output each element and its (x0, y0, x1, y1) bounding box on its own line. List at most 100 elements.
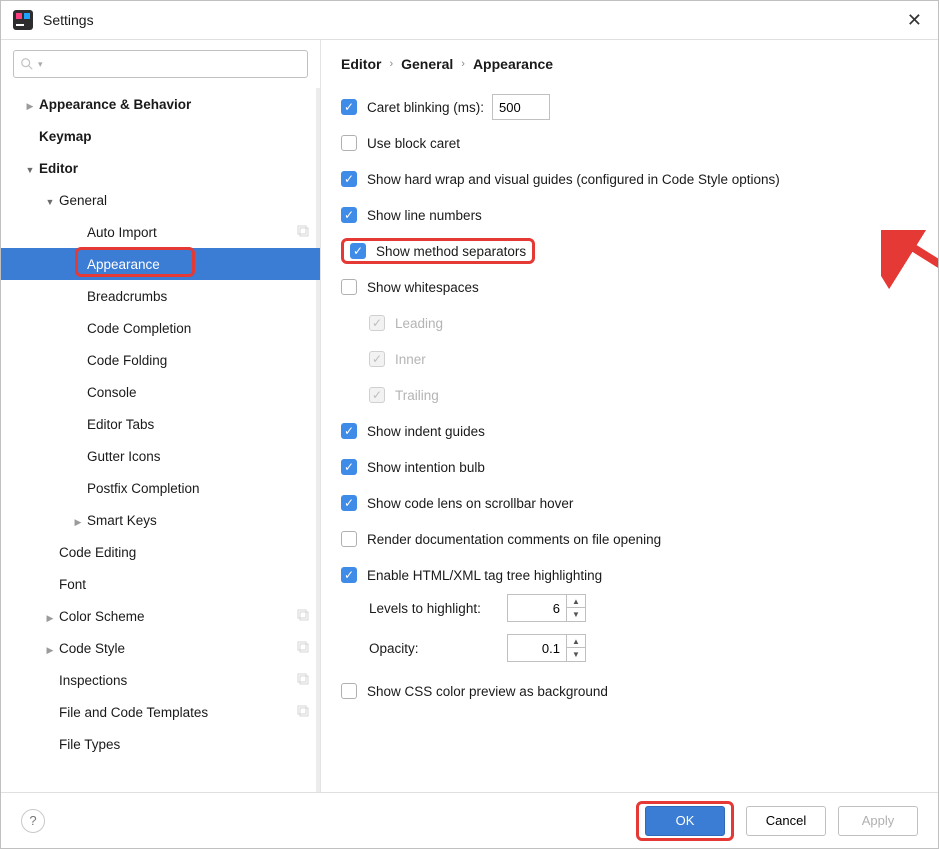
tree-item-label: Keymap (39, 129, 92, 144)
tree-item-label: Color Scheme (59, 609, 145, 624)
tree-item-editor-tabs[interactable]: Editor Tabs (1, 408, 320, 440)
expand-arrow-icon[interactable] (25, 97, 35, 112)
opacity-label: Opacity: (369, 641, 499, 656)
tree-item-general[interactable]: General (1, 184, 320, 216)
tree-item-label: Breadcrumbs (87, 289, 167, 304)
inner-checkbox: ✓ (369, 351, 385, 367)
app-icon (13, 10, 33, 30)
expand-arrow-icon[interactable] (45, 609, 55, 624)
line-numbers-label: Show line numbers (367, 208, 482, 223)
expand-arrow-icon[interactable] (45, 193, 55, 208)
cancel-button[interactable]: Cancel (746, 806, 826, 836)
code-lens-checkbox[interactable]: ✓ (341, 495, 357, 511)
tree-item-appearance[interactable]: Appearance (1, 248, 320, 280)
html-xml-label: Enable HTML/XML tag tree highlighting (367, 568, 602, 583)
opacity-input[interactable] (508, 635, 566, 661)
trailing-label: Trailing (395, 388, 439, 403)
copy-profile-icon[interactable] (296, 224, 310, 241)
tree-item-smart-keys[interactable]: Smart Keys (1, 504, 320, 536)
intention-bulb-checkbox[interactable]: ✓ (341, 459, 357, 475)
tree-item-gutter-icons[interactable]: Gutter Icons (1, 440, 320, 472)
tree-item-label: File and Code Templates (59, 705, 208, 720)
tree-item-label: Postfix Completion (87, 481, 200, 496)
tree-item-label: Auto Import (87, 225, 157, 240)
search-input[interactable]: ▾ (13, 50, 308, 78)
tree-item-color-scheme[interactable]: Color Scheme (1, 600, 320, 632)
copy-profile-icon[interactable] (296, 672, 310, 689)
tree-item-label: Editor Tabs (87, 417, 154, 432)
whitespaces-checkbox[interactable] (341, 279, 357, 295)
settings-tree[interactable]: Appearance & Behavior Keymap Editor General… (1, 88, 320, 792)
inner-label: Inner (395, 352, 426, 367)
levels-up[interactable]: ▲ (567, 595, 585, 608)
tree-item-console[interactable]: Console (1, 376, 320, 408)
tree-item-code-folding[interactable]: Code Folding (1, 344, 320, 376)
ok-button[interactable]: OK (645, 806, 725, 836)
hard-wrap-checkbox[interactable]: ✓ (341, 171, 357, 187)
tree-item-code-completion[interactable]: Code Completion (1, 312, 320, 344)
opacity-down[interactable]: ▼ (567, 648, 585, 661)
tree-item-label: File Types (59, 737, 120, 752)
tree-item-keymap[interactable]: Keymap (1, 120, 320, 152)
help-button[interactable]: ? (21, 809, 45, 833)
copy-profile-icon[interactable] (296, 640, 310, 657)
css-preview-label: Show CSS color preview as background (367, 684, 608, 699)
method-separators-checkbox[interactable]: ✓ (350, 243, 366, 259)
apply-button[interactable]: Apply (838, 806, 918, 836)
tree-item-label: Gutter Icons (87, 449, 161, 464)
code-lens-label: Show code lens on scrollbar hover (367, 496, 573, 511)
tree-item-label: Code Style (59, 641, 125, 656)
levels-down[interactable]: ▼ (567, 608, 585, 621)
tree-item-editor[interactable]: Editor (1, 152, 320, 184)
render-doc-checkbox[interactable] (341, 531, 357, 547)
indent-guides-label: Show indent guides (367, 424, 485, 439)
trailing-checkbox: ✓ (369, 387, 385, 403)
whitespaces-label: Show whitespaces (367, 280, 479, 295)
tree-item-label: Smart Keys (87, 513, 157, 528)
tree-item-label: Editor (39, 161, 78, 176)
tree-item-file-types[interactable]: File Types (1, 728, 320, 760)
tree-item-auto-import[interactable]: Auto Import (1, 216, 320, 248)
expand-arrow-icon[interactable] (25, 161, 35, 176)
tree-item-label: Code Completion (87, 321, 191, 336)
tree-item-appearance-behavior[interactable]: Appearance & Behavior (1, 88, 320, 120)
indent-guides-checkbox[interactable]: ✓ (341, 423, 357, 439)
copy-profile-icon[interactable] (296, 608, 310, 625)
window-title: Settings (43, 12, 903, 28)
method-separators-label: Show method separators (376, 244, 526, 259)
close-icon[interactable]: ✕ (903, 10, 926, 31)
html-xml-checkbox[interactable]: ✓ (341, 567, 357, 583)
highlight-annotation: OK (636, 801, 734, 841)
tree-item-label: Code Folding (87, 353, 167, 368)
tree-item-label: Inspections (59, 673, 127, 688)
caret-blinking-input[interactable] (492, 94, 550, 120)
tree-item-label: Font (59, 577, 86, 592)
caret-blinking-label: Caret blinking (ms): (367, 100, 484, 115)
breadcrumb: Editor› General› Appearance (341, 56, 918, 72)
tree-item-code-editing[interactable]: Code Editing (1, 536, 320, 568)
tree-item-inspections[interactable]: Inspections (1, 664, 320, 696)
levels-input[interactable] (508, 595, 566, 621)
leading-checkbox: ✓ (369, 315, 385, 331)
levels-label: Levels to highlight: (369, 601, 499, 616)
tree-item-postfix-completion[interactable]: Postfix Completion (1, 472, 320, 504)
expand-arrow-icon[interactable] (73, 513, 83, 528)
opacity-up[interactable]: ▲ (567, 635, 585, 648)
intention-bulb-label: Show intention bulb (367, 460, 485, 475)
css-preview-checkbox[interactable] (341, 683, 357, 699)
tree-item-label: Console (87, 385, 137, 400)
line-numbers-checkbox[interactable]: ✓ (341, 207, 357, 223)
tree-item-breadcrumbs[interactable]: Breadcrumbs (1, 280, 320, 312)
tree-item-label: Appearance (87, 257, 160, 272)
tree-item-label: Code Editing (59, 545, 136, 560)
render-doc-label: Render documentation comments on file op… (367, 532, 661, 547)
copy-profile-icon[interactable] (296, 704, 310, 721)
tree-item-file-and-code-templates[interactable]: File and Code Templates (1, 696, 320, 728)
tree-item-font[interactable]: Font (1, 568, 320, 600)
block-caret-label: Use block caret (367, 136, 460, 151)
caret-blinking-checkbox[interactable]: ✓ (341, 99, 357, 115)
highlight-annotation: ✓ Show method separators (341, 238, 535, 264)
tree-item-code-style[interactable]: Code Style (1, 632, 320, 664)
expand-arrow-icon[interactable] (45, 641, 55, 656)
block-caret-checkbox[interactable] (341, 135, 357, 151)
